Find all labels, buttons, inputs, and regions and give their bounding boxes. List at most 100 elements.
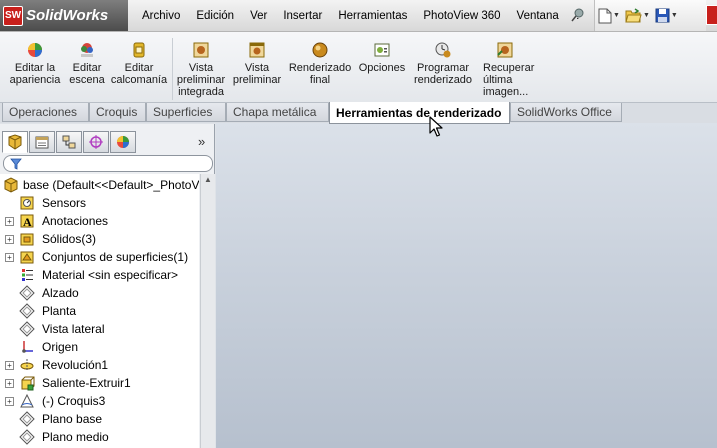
plane-icon (19, 411, 35, 427)
schedule-render-icon (435, 42, 451, 58)
material-icon (22, 269, 33, 281)
integrated-preview-icon (193, 42, 209, 58)
tree-item-sensors[interactable]: Sensors (0, 194, 199, 212)
sensors-icon (20, 196, 34, 210)
recall-last-image-icon (497, 42, 513, 58)
expand-plus-icon[interactable]: + (5, 361, 14, 370)
property-manager-icon (35, 136, 49, 149)
tab-chapa-metalica[interactable]: Chapa metálica (226, 103, 329, 122)
tab-herramientas-de-renderizado[interactable]: Herramientas de renderizado (329, 102, 510, 124)
integrated-preview-label: Vista preliminar integrada (176, 62, 226, 98)
featuremanager-tree-tab[interactable] (2, 131, 28, 153)
tree-item-saliente-extruir1[interactable]: + Saliente-Extruir1 (0, 374, 199, 392)
solidworks-logo[interactable]: SW SolidWorks (0, 0, 128, 31)
chevron-down-icon[interactable]: ▼ (613, 12, 620, 19)
feature-tree: base (Default<<Default>_PhotoV Sensors +… (0, 174, 199, 448)
display-manager-icon (117, 136, 129, 148)
chevron-down-icon[interactable]: ▼ (671, 12, 678, 19)
mouse-cursor-icon (429, 116, 443, 137)
revolve-icon (20, 359, 34, 371)
property-manager-tab[interactable] (29, 131, 55, 153)
tree-item-material[interactable]: Material <sin especificar> (0, 266, 199, 284)
tree-item-label: Conjuntos de superficies(1) (42, 250, 189, 264)
edit-scene-label: Editar escena (69, 62, 105, 86)
tree-item-croquis3[interactable]: + (-) Croquis3 (0, 392, 199, 410)
tree-item-label: Sensors (42, 196, 87, 210)
menu-insertar[interactable]: Insertar (275, 10, 330, 22)
plane-icon (19, 285, 35, 301)
expand-plus-icon[interactable]: + (5, 379, 14, 388)
schedule-render-label: Programar renderizado (413, 62, 473, 86)
tree-root-part[interactable]: base (Default<<Default>_PhotoV (0, 176, 199, 194)
options-label: Opciones (358, 62, 406, 74)
feature-filter-input[interactable] (3, 155, 213, 172)
scroll-up-arrow-icon[interactable]: ▲ (202, 175, 214, 189)
panel-expand-icon[interactable]: » (198, 134, 205, 149)
tab-operaciones[interactable]: Operaciones (2, 103, 89, 122)
origin-icon (22, 341, 33, 353)
tree-item-conjuntos-superficies[interactable]: + Conjuntos de superficies(1) (0, 248, 199, 266)
options-icon (374, 43, 390, 57)
expand-plus-icon[interactable]: + (5, 253, 14, 262)
configuration-manager-tab[interactable] (56, 131, 82, 153)
tree-item-plano-base[interactable]: Plano base (0, 410, 199, 428)
feature-manager-panel: » base (Default<<Default>_PhotoV Sensors… (0, 124, 215, 448)
tree-item-vista-lateral[interactable]: Vista lateral (0, 320, 199, 338)
tree-item-anotaciones[interactable]: + A Anotaciones (0, 212, 199, 230)
title-bar: SW SolidWorks Archivo Edición Ver Insert… (0, 0, 717, 32)
plane-icon (19, 303, 35, 319)
tree-item-label: Material <sin especificar> (42, 268, 179, 282)
configuration-manager-icon (62, 135, 76, 149)
tree-item-planta[interactable]: Planta (0, 302, 199, 320)
chevron-down-icon[interactable]: ▼ (643, 12, 650, 19)
plane-icon (19, 429, 35, 445)
expand-plus-icon[interactable]: + (5, 235, 14, 244)
tree-item-label: Alzado (42, 286, 79, 300)
command-manager-tabs: Operaciones Croquis Superficies Chapa me… (0, 102, 717, 124)
expand-plus-icon[interactable]: + (5, 397, 14, 406)
final-render-button[interactable]: Renderizado final (287, 41, 353, 86)
tab-superficies[interactable]: Superficies (146, 103, 226, 122)
tree-item-solidos[interactable]: + Sólidos(3) (0, 230, 199, 248)
menu-archivo[interactable]: Archivo (134, 10, 188, 22)
menu-ver[interactable]: Ver (242, 10, 275, 22)
schedule-render-button[interactable]: Programar renderizado (411, 41, 475, 86)
menu-ventana[interactable]: Ventana (509, 10, 567, 22)
options-button[interactable]: Opciones (357, 41, 407, 74)
graphics-viewport[interactable] (216, 123, 717, 448)
integrated-preview-button[interactable]: Vista preliminar integrada (176, 41, 226, 98)
folder-open-icon (625, 8, 642, 23)
tree-item-label: Vista lateral (42, 322, 105, 336)
tree-item-plano-medio[interactable]: Plano medio (0, 428, 199, 446)
edit-scene-button[interactable]: Editar escena (66, 41, 108, 86)
menu-bar: Archivo Edición Ver Insertar Herramienta… (134, 0, 589, 31)
tree-item-alzado[interactable]: Alzado (0, 284, 199, 302)
solid-bodies-icon (20, 233, 34, 246)
app-name: SolidWorks (26, 7, 109, 24)
edit-decal-button[interactable]: Editar calcomanía (110, 41, 168, 86)
new-document-button[interactable]: ▼ (598, 8, 620, 24)
annotations-icon: A (20, 214, 34, 229)
display-manager-tab[interactable] (110, 131, 136, 153)
tree-scrollbar[interactable]: ▲ (200, 174, 215, 448)
preview-window-label: Vista preliminar (232, 62, 282, 86)
recall-last-image-button[interactable]: Recuperar última imagen... (478, 41, 535, 98)
pin-menu-icon[interactable] (570, 7, 586, 23)
tree-item-origen[interactable]: Origen (0, 338, 199, 356)
tab-croquis[interactable]: Croquis (89, 103, 146, 122)
open-document-button[interactable]: ▼ (625, 8, 650, 23)
tree-item-revolucion1[interactable]: + Revolución1 (0, 356, 199, 374)
menu-herramientas[interactable]: Herramientas (330, 10, 415, 22)
tree-item-label: (-) Croquis3 (42, 394, 106, 408)
command-manager: Editar la apariencia Editar escena Edita… (0, 32, 717, 103)
menu-edicion[interactable]: Edición (188, 10, 242, 22)
save-button[interactable]: ▼ (655, 8, 678, 23)
menu-photoview[interactable]: PhotoView 360 (415, 10, 508, 22)
tab-solidworks-office[interactable]: SolidWorks Office (510, 103, 622, 122)
expand-plus-icon[interactable]: + (5, 217, 14, 226)
recall-last-image-label: Recuperar última imagen... (483, 62, 535, 98)
edit-appearance-button[interactable]: Editar la apariencia (6, 41, 64, 86)
preview-window-button[interactable]: Vista preliminar (232, 41, 282, 86)
sketch-icon (20, 393, 34, 408)
dimxpert-tab[interactable] (83, 131, 109, 153)
